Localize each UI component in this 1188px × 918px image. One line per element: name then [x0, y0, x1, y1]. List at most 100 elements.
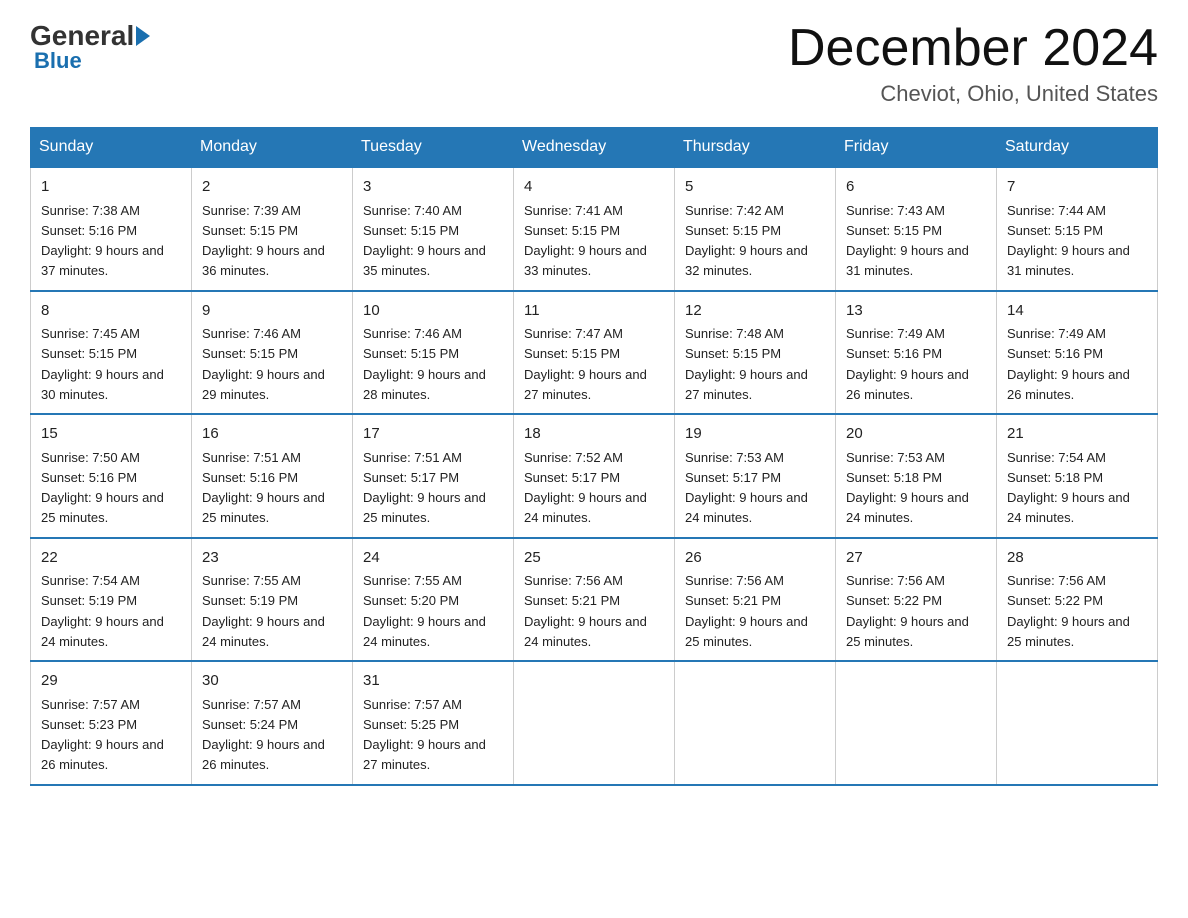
table-row: 28Sunrise: 7:56 AMSunset: 5:22 PMDayligh…: [997, 538, 1158, 662]
table-row: [836, 661, 997, 785]
day-number: 31: [363, 670, 503, 693]
col-friday: Friday: [836, 128, 997, 168]
day-info: Sunrise: 7:53 AMSunset: 5:18 PMDaylight:…: [846, 450, 969, 526]
table-row: 9Sunrise: 7:46 AMSunset: 5:15 PMDaylight…: [192, 291, 353, 415]
logo-triangle-icon: [136, 26, 150, 46]
day-number: 2: [202, 176, 342, 199]
day-number: 13: [846, 300, 986, 323]
day-info: Sunrise: 7:44 AMSunset: 5:15 PMDaylight:…: [1007, 203, 1130, 279]
location-title: Cheviot, Ohio, United States: [788, 81, 1158, 107]
table-row: 13 Sunrise: 7:49 AMSunset: 5:16 PMDayligh…: [836, 291, 997, 415]
table-row: 29 Sunrise: 7:57 AMSunset: 5:23 PMDayligh…: [31, 661, 192, 785]
table-row: 2Sunrise: 7:39 AMSunset: 5:15 PMDaylight…: [192, 167, 353, 291]
table-row: 8 Sunrise: 7:45 AMSunset: 5:15 PMDaylight…: [31, 291, 192, 415]
day-number: 29: [41, 670, 181, 693]
table-row: 16 Sunrise: 7:51 AMSunset: 5:16 PMDayligh…: [192, 414, 353, 538]
day-info: Sunrise: 7:57 AMSunset: 5:23 PMDaylight:…: [41, 697, 164, 773]
day-number: 18: [524, 423, 664, 446]
day-number: 17: [363, 423, 503, 446]
table-row: 24 Sunrise: 7:55 AMSunset: 5:20 PMDayligh…: [353, 538, 514, 662]
day-info: Sunrise: 7:55 AMSunset: 5:19 PMDaylight:…: [202, 573, 325, 649]
table-row: 3 Sunrise: 7:40 AMSunset: 5:15 PMDaylight…: [353, 167, 514, 291]
table-row: [514, 661, 675, 785]
day-info: Sunrise: 7:41 AMSunset: 5:15 PMDaylight:…: [524, 203, 647, 279]
day-info: Sunrise: 7:51 AMSunset: 5:16 PMDaylight:…: [202, 450, 325, 526]
calendar-week-2: 8 Sunrise: 7:45 AMSunset: 5:15 PMDaylight…: [31, 291, 1158, 415]
day-info: Sunrise: 7:51 AMSunset: 5:17 PMDaylight:…: [363, 450, 486, 526]
day-number: 30: [202, 670, 342, 693]
day-number: 23: [202, 547, 342, 570]
table-row: 12 Sunrise: 7:48 AMSunset: 5:15 PMDayligh…: [675, 291, 836, 415]
header-row: Sunday Monday Tuesday Wednesday Thursday…: [31, 128, 1158, 168]
table-row: 5 Sunrise: 7:42 AMSunset: 5:15 PMDaylight…: [675, 167, 836, 291]
table-row: 7 Sunrise: 7:44 AMSunset: 5:15 PMDaylight…: [997, 167, 1158, 291]
day-info: Sunrise: 7:45 AMSunset: 5:15 PMDaylight:…: [41, 326, 164, 402]
day-info: Sunrise: 7:55 AMSunset: 5:20 PMDaylight:…: [363, 573, 486, 649]
col-tuesday: Tuesday: [353, 128, 514, 168]
table-row: [675, 661, 836, 785]
page-header: General Blue December 2024 Cheviot, Ohio…: [30, 20, 1158, 107]
day-number: 21: [1007, 423, 1147, 446]
day-info: Sunrise: 7:49 AMSunset: 5:16 PMDaylight:…: [846, 326, 969, 402]
day-number: 27: [846, 547, 986, 570]
month-title: December 2024: [788, 20, 1158, 77]
day-number: 6: [846, 176, 986, 199]
day-number: 26: [685, 547, 825, 570]
day-info: Sunrise: 7:57 AMSunset: 5:24 PMDaylight:…: [202, 697, 325, 773]
day-number: 14: [1007, 300, 1147, 323]
col-sunday: Sunday: [31, 128, 192, 168]
table-row: 14 Sunrise: 7:49 AMSunset: 5:16 PMDayligh…: [997, 291, 1158, 415]
table-row: 26 Sunrise: 7:56 AMSunset: 5:21 PMDayligh…: [675, 538, 836, 662]
table-row: 11Sunrise: 7:47 AMSunset: 5:15 PMDayligh…: [514, 291, 675, 415]
day-number: 22: [41, 547, 181, 570]
table-row: 17 Sunrise: 7:51 AMSunset: 5:17 PMDayligh…: [353, 414, 514, 538]
calendar-table: Sunday Monday Tuesday Wednesday Thursday…: [30, 127, 1158, 786]
day-number: 16: [202, 423, 342, 446]
table-row: 4Sunrise: 7:41 AMSunset: 5:15 PMDaylight…: [514, 167, 675, 291]
day-number: 24: [363, 547, 503, 570]
col-wednesday: Wednesday: [514, 128, 675, 168]
table-row: 27 Sunrise: 7:56 AMSunset: 5:22 PMDayligh…: [836, 538, 997, 662]
col-monday: Monday: [192, 128, 353, 168]
logo-blue-text: Blue: [34, 48, 82, 74]
day-number: 12: [685, 300, 825, 323]
day-info: Sunrise: 7:42 AMSunset: 5:15 PMDaylight:…: [685, 203, 808, 279]
day-number: 11: [524, 300, 664, 323]
day-info: Sunrise: 7:48 AMSunset: 5:15 PMDaylight:…: [685, 326, 808, 402]
table-row: [997, 661, 1158, 785]
day-info: Sunrise: 7:52 AMSunset: 5:17 PMDaylight:…: [524, 450, 647, 526]
day-number: 7: [1007, 176, 1147, 199]
day-info: Sunrise: 7:54 AMSunset: 5:19 PMDaylight:…: [41, 573, 164, 649]
day-info: Sunrise: 7:40 AMSunset: 5:15 PMDaylight:…: [363, 203, 486, 279]
table-row: 30 Sunrise: 7:57 AMSunset: 5:24 PMDayligh…: [192, 661, 353, 785]
table-row: 20 Sunrise: 7:53 AMSunset: 5:18 PMDayligh…: [836, 414, 997, 538]
day-number: 10: [363, 300, 503, 323]
day-number: 20: [846, 423, 986, 446]
day-number: 8: [41, 300, 181, 323]
day-number: 9: [202, 300, 342, 323]
table-row: 25Sunrise: 7:56 AMSunset: 5:21 PMDayligh…: [514, 538, 675, 662]
day-info: Sunrise: 7:54 AMSunset: 5:18 PMDaylight:…: [1007, 450, 1130, 526]
day-number: 3: [363, 176, 503, 199]
day-number: 19: [685, 423, 825, 446]
table-row: 19 Sunrise: 7:53 AMSunset: 5:17 PMDayligh…: [675, 414, 836, 538]
table-row: 18 Sunrise: 7:52 AMSunset: 5:17 PMDayligh…: [514, 414, 675, 538]
day-info: Sunrise: 7:56 AMSunset: 5:21 PMDaylight:…: [685, 573, 808, 649]
day-info: Sunrise: 7:56 AMSunset: 5:22 PMDaylight:…: [1007, 573, 1130, 649]
table-row: 23 Sunrise: 7:55 AMSunset: 5:19 PMDayligh…: [192, 538, 353, 662]
day-number: 5: [685, 176, 825, 199]
day-info: Sunrise: 7:43 AMSunset: 5:15 PMDaylight:…: [846, 203, 969, 279]
day-info: Sunrise: 7:57 AMSunset: 5:25 PMDaylight:…: [363, 697, 486, 773]
col-saturday: Saturday: [997, 128, 1158, 168]
day-info: Sunrise: 7:53 AMSunset: 5:17 PMDaylight:…: [685, 450, 808, 526]
day-info: Sunrise: 7:56 AMSunset: 5:22 PMDaylight:…: [846, 573, 969, 649]
table-row: 1Sunrise: 7:38 AMSunset: 5:16 PMDaylight…: [31, 167, 192, 291]
table-row: 21 Sunrise: 7:54 AMSunset: 5:18 PMDayligh…: [997, 414, 1158, 538]
day-info: Sunrise: 7:50 AMSunset: 5:16 PMDaylight:…: [41, 450, 164, 526]
day-info: Sunrise: 7:49 AMSunset: 5:16 PMDaylight:…: [1007, 326, 1130, 402]
table-row: 22 Sunrise: 7:54 AMSunset: 5:19 PMDayligh…: [31, 538, 192, 662]
table-row: 15Sunrise: 7:50 AMSunset: 5:16 PMDayligh…: [31, 414, 192, 538]
title-area: December 2024 Cheviot, Ohio, United Stat…: [788, 20, 1158, 107]
day-info: Sunrise: 7:56 AMSunset: 5:21 PMDaylight:…: [524, 573, 647, 649]
calendar-week-3: 15Sunrise: 7:50 AMSunset: 5:16 PMDayligh…: [31, 414, 1158, 538]
